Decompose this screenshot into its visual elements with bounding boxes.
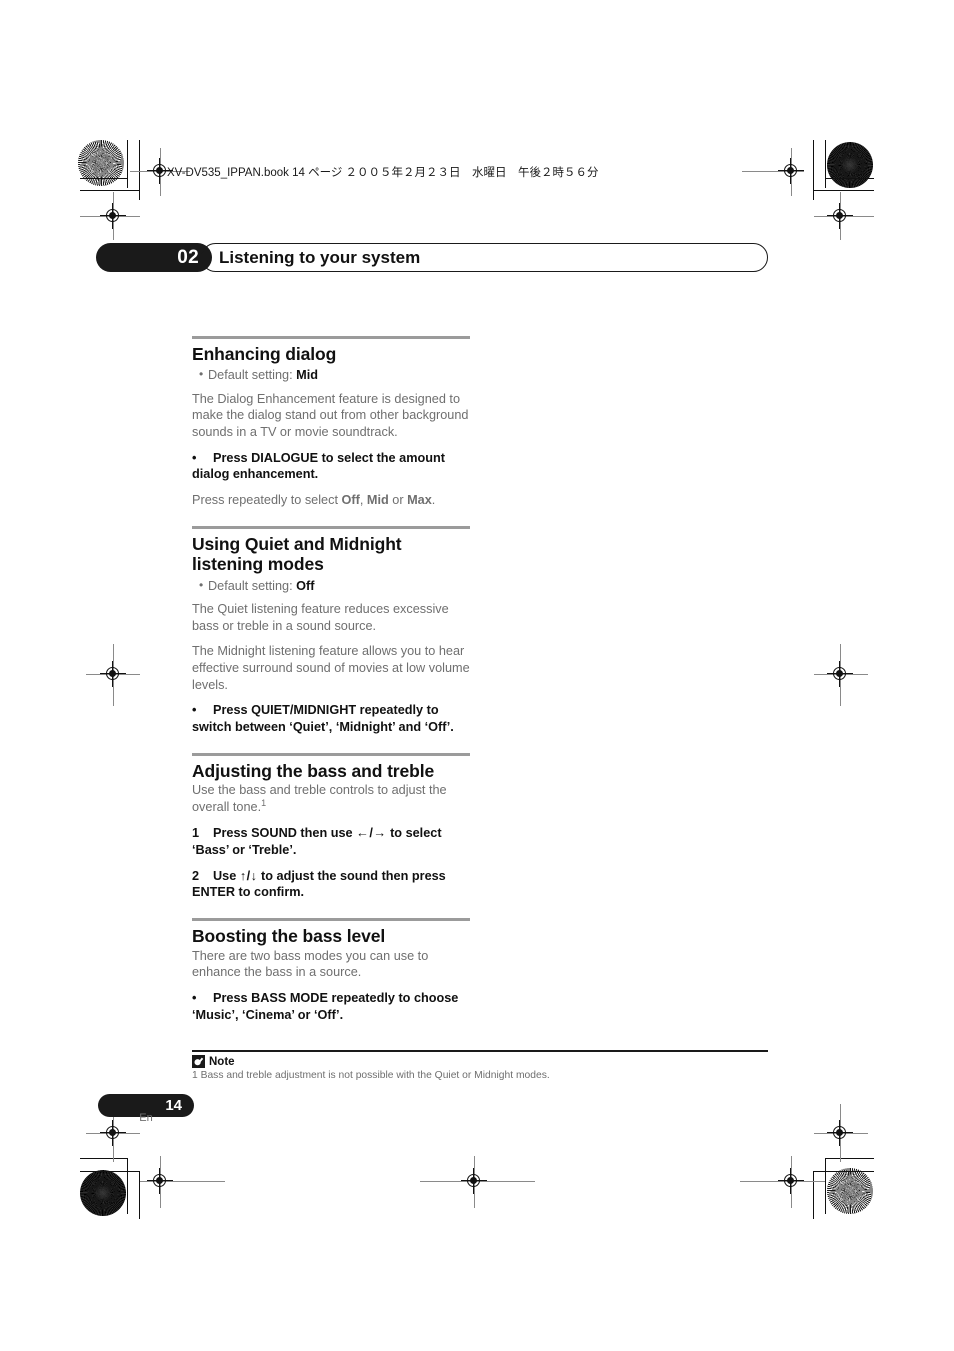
section-rule — [192, 525, 470, 529]
section: Using Quiet and Midnight listening modes… — [192, 525, 470, 736]
footnote-block: Note 1 Bass and treble adjustment is not… — [192, 1050, 768, 1083]
section-rule — [192, 336, 470, 339]
crop-mark-br-v2 — [813, 1171, 814, 1219]
default-setting-value: Off — [296, 578, 315, 593]
crop-mark-tr-v2 — [813, 140, 814, 200]
body-paragraph: Press repeatedly to select Off, Mid or M… — [192, 493, 436, 508]
crosshair-mark-upper-left — [100, 203, 126, 229]
crop-mark-tl-h2 — [80, 190, 140, 191]
footnote-reference: 1 — [261, 797, 267, 808]
rosette-mark-bottom-left — [80, 1170, 126, 1216]
crosshair-mark-bottom-left — [147, 1168, 173, 1194]
body-paragraph: There are two bass modes you can use to … — [192, 948, 429, 980]
crop-mark-br-h2 — [814, 1171, 874, 1172]
step-text-before: Use — [213, 868, 240, 883]
numbered-step: 2 Use ↑/↓ to adjust the sound then press … — [192, 868, 470, 902]
section-heading: Enhancing dialog — [192, 344, 337, 364]
instruction-step: • Press QUIET/MIDNIGHT repeatedly to swit… — [192, 702, 470, 736]
body-paragraph: The Midnight listening feature allows yo… — [192, 644, 470, 692]
crosshair-mark-bottom-center — [461, 1168, 487, 1194]
default-setting-line: • Default setting: Mid — [199, 367, 470, 384]
crosshair-mark-middle-left — [100, 661, 126, 687]
crop-mark-br-h — [826, 1158, 874, 1159]
section-heading: Boosting the bass level — [192, 926, 386, 947]
step-text-before: Press SOUND then use — [213, 825, 357, 840]
crop-mark-bl-h — [80, 1158, 128, 1159]
body-paragraph: Use the bass and treble controls to adju… — [192, 782, 470, 815]
arrow-keys-icon: ←/→ — [356, 825, 387, 840]
instruction-text: Press QUIET/MIDNIGHT repeatedly to switc… — [192, 703, 454, 735]
section: Adjusting the bass and treble Use the bas… — [192, 753, 470, 901]
section-heading: Adjusting the bass and treble — [192, 761, 435, 782]
note-pencil-icon — [192, 1055, 205, 1069]
crop-mark-tl-h — [80, 178, 128, 179]
instruction-step: • Press BASS MODE repeatedly to choose ‘M… — [192, 990, 470, 1024]
section-heading: Using Quiet and Midnight listening modes — [192, 533, 402, 575]
numbered-step: 1 Press SOUND then use ←/→ to select ‘Bas… — [192, 825, 470, 859]
body-paragraph-text: Use the bass and treble controls to adju… — [192, 783, 447, 815]
crosshair-mark-lower-right — [827, 1120, 853, 1146]
bullet-icon: • — [199, 577, 204, 592]
print-file-slug: XV-DV535_IPPAN.book 14 ページ ２００５年２月２３日 水曜… — [167, 167, 599, 179]
rosette-mark-bottom-right — [827, 1168, 873, 1214]
crop-mark-bl-v2 — [139, 1171, 140, 1219]
crosshair-mark-upper-right — [827, 203, 853, 229]
instruction-text: Press DIALOGUE to select the amount dial… — [192, 450, 445, 482]
crop-mark-tr-h — [826, 178, 874, 179]
rosette-mark-top-right — [827, 142, 873, 188]
article-body: Enhancing dialog • Default setting: Mid The… — [192, 336, 470, 1041]
crop-mark-br-v — [825, 1158, 826, 1214]
step-number: 1 — [192, 825, 200, 840]
crop-mark-bl-v — [127, 1158, 128, 1214]
crop-mark-tl-v2 — [139, 140, 140, 200]
footnote-divider — [192, 1050, 768, 1053]
bullet-icon: • — [192, 991, 197, 1006]
instruction-step: • Press DIALOGUE to select the amount dia… — [192, 450, 470, 484]
footnote-heading: Note — [192, 1055, 768, 1069]
section: Boosting the bass level There are two bas… — [192, 918, 470, 1024]
instruction-text: Press BASS MODE repeatedly to choose ‘Mu… — [192, 991, 459, 1022]
crop-mark-tr-v — [825, 140, 826, 188]
footnote-text: 1 Bass and treble adjustment is not poss… — [192, 1070, 550, 1082]
step-number: 2 — [192, 868, 200, 883]
crosshair-mark-bottom-right — [778, 1168, 804, 1194]
crop-mark-bl-h2 — [80, 1171, 140, 1172]
page-language-code: En — [139, 1112, 153, 1124]
crosshair-mark-top-right — [778, 158, 804, 184]
section-rule — [192, 918, 470, 922]
crop-mark-tl-v — [127, 140, 128, 188]
page-title: Listening to your system — [219, 247, 421, 267]
footnote-label: Note — [209, 1055, 235, 1068]
default-setting-value: Mid — [296, 368, 319, 383]
crop-mark-tr-h2 — [814, 190, 874, 191]
rosette-mark-top-left — [78, 140, 124, 186]
chapter-number-tab: 02 — [96, 243, 212, 272]
default-setting-label: Default setting: — [208, 578, 297, 593]
default-setting-label: Default setting: — [208, 368, 297, 383]
chapter-number: 02 — [177, 246, 199, 268]
section-rule — [192, 753, 470, 757]
arrow-keys-icon: ↑/↓ — [239, 868, 258, 883]
section: Enhancing dialog • Default setting: Mid The… — [192, 336, 470, 509]
crosshair-mark-middle-right — [827, 661, 853, 687]
chapter-title-banner: Listening to your system — [201, 243, 768, 272]
bullet-icon: • — [192, 703, 197, 718]
default-setting-line: • Default setting: Off — [199, 578, 470, 595]
bullet-icon: • — [192, 450, 197, 465]
body-paragraph: The Quiet listening feature reduces exce… — [192, 602, 449, 633]
bullet-icon: • — [199, 367, 204, 382]
body-paragraph: The Dialog Enhancement feature is design… — [192, 391, 469, 439]
